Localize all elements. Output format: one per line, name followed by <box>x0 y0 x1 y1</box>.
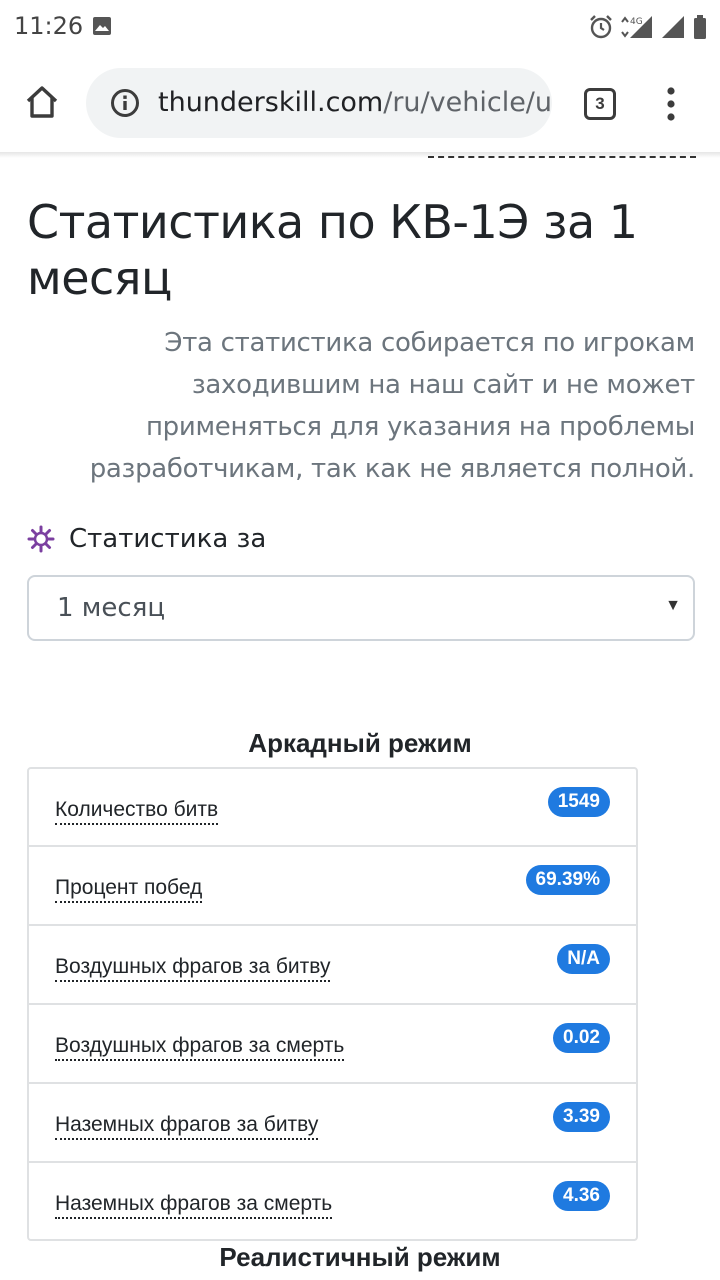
stat-air-frags-per-battle: Воздушных фрагов за битву N/A <box>27 925 638 1004</box>
stat-label[interactable]: Воздушных фрагов за смерть <box>55 1033 345 1061</box>
stat-label[interactable]: Количество битв <box>55 797 219 825</box>
period-select-value: 1 месяц <box>57 593 166 623</box>
stat-air-frags-per-death: Воздушных фрагов за смерть 0.02 <box>27 1004 638 1083</box>
info-icon[interactable] <box>110 88 140 118</box>
browser-toolbar: thunderskill.com/ru/vehicle/us 3 <box>0 56 720 152</box>
alarm-icon <box>590 15 612 39</box>
arcade-mode-title: Аркадный режим <box>248 728 472 758</box>
stat-ground-frags-per-battle: Наземных фрагов за битву 3.39 <box>27 1083 638 1162</box>
signal-icon <box>662 16 684 38</box>
stat-value-badge: 1549 <box>547 787 610 817</box>
tab-switcher-button[interactable]: 3 <box>584 88 616 120</box>
status-time: 11:26 <box>14 12 84 40</box>
stat-ground-frags-per-death: Наземных фрагов за смерть 4.36 <box>27 1162 638 1241</box>
address-bar[interactable]: thunderskill.com/ru/vehicle/us <box>86 68 552 138</box>
image-notification-icon <box>93 17 111 35</box>
period-label: Статистика за <box>69 524 267 554</box>
signal-4g-icon: 4G <box>621 16 652 38</box>
url-text[interactable]: thunderskill.com/ru/vehicle/us <box>158 87 552 118</box>
more-menu-icon[interactable] <box>664 86 678 122</box>
home-icon[interactable] <box>22 82 62 122</box>
stat-battles: Количество битв 1549 <box>27 767 638 846</box>
period-label-row: Статистика за <box>27 524 266 554</box>
page-title: Статистика по КВ-1Э за 1 месяц <box>27 195 638 305</box>
status-bar: 11:26 4G <box>0 0 720 56</box>
page-content: Статистика по КВ-1Э за 1 месяц Эта стати… <box>0 152 720 1280</box>
stat-label[interactable]: Воздушных фрагов за битву <box>55 954 331 982</box>
stat-label[interactable]: Процент побед <box>55 875 203 903</box>
url-domain: thunderskill.com <box>158 87 384 118</box>
stat-win-rate: Процент побед 69.39% <box>27 846 638 925</box>
status-icons: 4G <box>588 12 708 42</box>
sparkle-icon <box>27 525 55 553</box>
battery-icon <box>694 15 706 39</box>
stat-value-badge: 69.39% <box>525 865 610 895</box>
stat-value-badge: 0.02 <box>553 1023 610 1053</box>
network-type: 4G <box>630 17 643 27</box>
stat-value-badge: 4.36 <box>553 1181 610 1211</box>
dropdown-arrow-icon: ▼ <box>665 597 681 614</box>
stat-label[interactable]: Наземных фрагов за битву <box>55 1112 319 1140</box>
previous-link-underline <box>428 156 696 158</box>
stat-value-badge: N/A <box>557 944 610 974</box>
url-path: /ru/vehicle/us <box>383 87 552 118</box>
arcade-stats-list: Количество битв 1549 Процент побед 69.39… <box>27 767 638 1241</box>
period-select[interactable]: 1 месяц ▼ <box>27 575 695 641</box>
stat-value-badge: 3.39 <box>553 1102 610 1132</box>
realistic-mode-title: Реалистичный режим <box>219 1242 501 1272</box>
stat-label[interactable]: Наземных фрагов за смерть <box>55 1191 333 1219</box>
disclaimer-text: Эта статистика собирается по игрокам зах… <box>89 328 696 484</box>
